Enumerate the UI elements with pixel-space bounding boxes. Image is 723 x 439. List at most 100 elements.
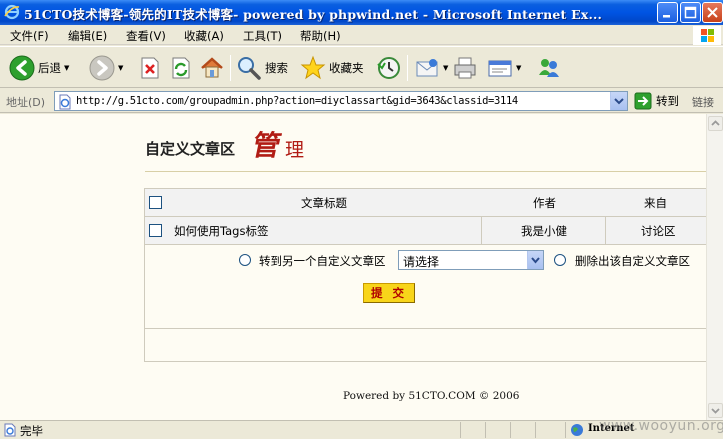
favorites-label: 收藏夹 bbox=[329, 61, 364, 75]
title-calligraphy-li: 理 bbox=[285, 139, 305, 161]
back-dropdown-icon[interactable]: ▼ bbox=[64, 64, 69, 72]
edit-page-icon bbox=[488, 60, 512, 77]
menu-view[interactable]: 查看(V) bbox=[126, 28, 166, 44]
go-button[interactable]: 转到 bbox=[634, 92, 679, 110]
toolbar: 后退 ▼ ▼ 搜索 收藏夹 ▼ ▼ bbox=[0, 46, 723, 88]
go-arrow-icon bbox=[634, 92, 652, 110]
minimize-icon bbox=[663, 15, 670, 18]
mail-button[interactable]: ▼ bbox=[414, 54, 448, 82]
article-table: 文章标题 作者 来自 如何使用Tags标签 我是小健 讨论区 转到另一个自定义文… bbox=[144, 188, 706, 362]
row-from: 讨论区 bbox=[641, 224, 676, 238]
home-button[interactable] bbox=[199, 54, 225, 82]
address-bar: 地址(D) http://g.51cto.com/groupadmin.php?… bbox=[0, 89, 723, 113]
search-button[interactable]: 搜索 bbox=[236, 54, 288, 82]
favorites-button[interactable]: 收藏夹 bbox=[300, 54, 364, 82]
status-segment bbox=[510, 422, 511, 438]
maximize-button[interactable] bbox=[680, 2, 701, 23]
vertical-scrollbar[interactable] bbox=[706, 114, 723, 420]
action-row: 转到另一个自定义文章区 请选择 删除出该自定义文章区 提 交 bbox=[145, 246, 706, 314]
table-divider bbox=[145, 328, 706, 329]
page-icon bbox=[59, 94, 71, 110]
mail-dropdown-icon[interactable]: ▼ bbox=[443, 64, 448, 72]
scroll-down-button[interactable] bbox=[708, 403, 723, 418]
page-title: 自定义文章区 bbox=[145, 140, 236, 158]
row-author: 我是小健 bbox=[521, 224, 567, 238]
address-url: http://g.51cto.com/groupadmin.php?action… bbox=[76, 95, 518, 107]
back-button[interactable]: 后退 ▼ bbox=[9, 54, 69, 82]
table-header-row: 文章标题 作者 来自 bbox=[145, 189, 706, 217]
header-author: 作者 bbox=[533, 196, 556, 210]
menu-bar: 文件(F) 编辑(E) 查看(V) 收藏(A) 工具(T) 帮助(H) bbox=[0, 25, 723, 45]
move-radio[interactable] bbox=[239, 254, 251, 266]
table-row: 如何使用Tags标签 我是小健 讨论区 bbox=[145, 217, 706, 245]
row-checkbox[interactable] bbox=[149, 224, 162, 237]
header-title: 文章标题 bbox=[301, 196, 347, 210]
messenger-button[interactable] bbox=[536, 54, 562, 82]
status-segment bbox=[535, 422, 536, 438]
back-arrow-icon bbox=[9, 55, 35, 81]
windows-flag-icon bbox=[701, 29, 714, 42]
target-section-select[interactable]: 请选择 bbox=[398, 250, 544, 270]
back-label: 后退 bbox=[38, 61, 61, 75]
chevron-down-icon bbox=[614, 98, 624, 105]
forward-arrow-icon bbox=[89, 55, 115, 81]
page-heading: 自定义文章区 管 理 bbox=[145, 126, 706, 172]
select-value: 请选择 bbox=[403, 255, 440, 269]
window-title: 51CTO技术博客-领先的IT技术博客- powered by phpwind.… bbox=[24, 7, 603, 22]
internet-zone-icon bbox=[571, 424, 583, 436]
status-segment bbox=[485, 422, 486, 438]
browser-window: 51CTO技术博客-领先的IT技术博客- powered by phpwind.… bbox=[0, 0, 723, 438]
go-label: 转到 bbox=[656, 94, 679, 108]
toolbar-separator bbox=[407, 55, 408, 81]
edit-button[interactable]: ▼ bbox=[487, 54, 521, 82]
messenger-icon bbox=[539, 59, 559, 77]
close-button[interactable] bbox=[702, 2, 723, 23]
print-button[interactable] bbox=[452, 54, 478, 82]
watermark: www.wooyun.org bbox=[599, 418, 723, 434]
chevron-down-icon bbox=[531, 257, 540, 264]
remove-option-label: 删除出该自定义文章区 bbox=[575, 254, 690, 268]
links-button[interactable]: 链接 bbox=[692, 94, 714, 110]
printer-icon bbox=[454, 57, 476, 79]
address-label: 地址(D) bbox=[6, 96, 46, 109]
menu-help[interactable]: 帮助(H) bbox=[300, 28, 341, 44]
select-dropdown-button[interactable] bbox=[527, 251, 543, 269]
row-title[interactable]: 如何使用Tags标签 bbox=[174, 223, 268, 239]
submit-button[interactable]: 提 交 bbox=[363, 283, 415, 303]
chevron-up-icon bbox=[711, 120, 720, 126]
status-text: 完毕 bbox=[20, 424, 43, 438]
scroll-up-button[interactable] bbox=[708, 116, 723, 131]
refresh-button[interactable] bbox=[170, 54, 192, 82]
home-icon bbox=[201, 57, 223, 78]
forward-dropdown-icon[interactable]: ▼ bbox=[118, 64, 123, 72]
remove-radio[interactable] bbox=[554, 254, 566, 266]
address-dropdown-button[interactable] bbox=[610, 92, 627, 110]
menu-tools[interactable]: 工具(T) bbox=[243, 28, 282, 44]
refresh-icon bbox=[172, 57, 190, 79]
menu-edit[interactable]: 编辑(E) bbox=[68, 28, 107, 44]
status-segment bbox=[565, 422, 566, 438]
windows-logo bbox=[693, 26, 721, 45]
move-option-label: 转到另一个自定义文章区 bbox=[259, 254, 386, 268]
header-from: 来自 bbox=[644, 196, 667, 210]
select-all-checkbox[interactable] bbox=[149, 196, 162, 209]
page-footer: Powered by 51CTO.COM © 2006 bbox=[343, 390, 520, 402]
close-icon bbox=[707, 7, 718, 18]
chevron-down-icon bbox=[711, 408, 720, 414]
mail-icon bbox=[416, 59, 438, 77]
page-done-icon bbox=[4, 423, 16, 437]
history-button[interactable] bbox=[376, 54, 402, 82]
maximize-icon bbox=[684, 6, 697, 19]
stop-button[interactable] bbox=[139, 54, 161, 82]
stop-icon bbox=[141, 57, 159, 79]
column-divider bbox=[481, 217, 482, 245]
menu-file[interactable]: 文件(F) bbox=[10, 28, 49, 44]
address-input[interactable]: http://g.51cto.com/groupadmin.php?action… bbox=[54, 91, 628, 111]
ie-logo-icon bbox=[4, 4, 20, 20]
minimize-button[interactable] bbox=[657, 2, 678, 23]
forward-button[interactable]: ▼ bbox=[89, 54, 123, 82]
menu-favorites[interactable]: 收藏(A) bbox=[184, 28, 224, 44]
page-content: 自定义文章区 管 理 文章标题 作者 来自 如何使用Tags标签 我是小健 讨论… bbox=[0, 114, 706, 420]
edit-dropdown-icon[interactable]: ▼ bbox=[516, 64, 521, 72]
search-icon bbox=[238, 57, 261, 80]
